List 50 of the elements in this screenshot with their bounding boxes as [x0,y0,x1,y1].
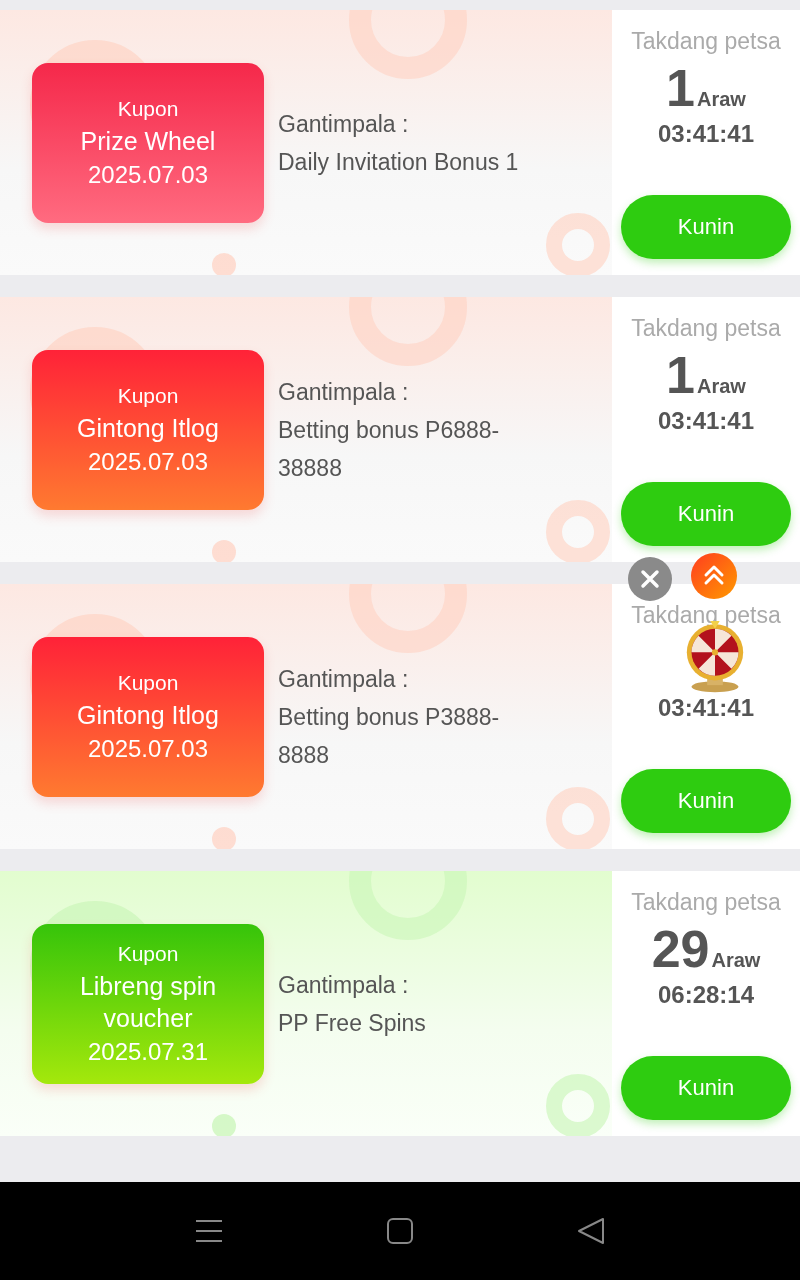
countdown-time: 03:41:41 [657,406,755,436]
deadline-label: Takdang petsa [631,27,781,56]
reward-label: Gantimpala : [278,970,410,1000]
reward-label: Gantimpala : [278,377,410,407]
reward-source: Betting bonus P3888-8888 [278,702,501,770]
ring-decoration [546,213,610,275]
countdown-time: 06:28:14 [657,980,755,1010]
reward-source: Betting bonus P6888-38888 [278,415,501,483]
claim-button[interactable]: Kunin [621,769,791,833]
days-count: 29 [651,919,710,979]
coupon-label: Kupon [117,382,179,409]
coupon-name: Gintong Itlog [77,412,219,444]
scroll-top-icon[interactable] [691,553,737,599]
deadline-label: Takdang petsa [631,314,781,343]
coupon-label: Kupon [117,95,179,122]
ring-decoration [546,500,610,562]
claim-button[interactable]: Kunin [621,195,791,259]
reward-label: Gantimpala : [278,664,410,694]
dot-decoration [212,1114,236,1136]
coupon-name: Gintong Itlog [77,699,219,731]
ring-decoration [546,1074,610,1136]
home-icon[interactable] [386,1217,414,1245]
days-unit: Araw [697,375,746,398]
dot-decoration [212,540,236,562]
coupon-date: 2025.07.03 [87,446,209,477]
coupon-date: 2025.07.03 [87,159,209,190]
days-unit: Araw [711,949,761,972]
dot-decoration [212,253,236,275]
back-icon[interactable] [577,1217,605,1245]
days-count: 1 [666,58,695,118]
coupon-date: 2025.07.31 [87,1036,209,1067]
days-count: 1 [666,345,695,405]
reward-label: Gantimpala : [278,109,410,139]
coupon-date: 2025.07.03 [87,733,209,764]
coupon-label: Kupon [117,669,179,696]
ring-decoration [546,787,610,849]
countdown-time: 03:41:41 [657,119,755,149]
claim-button[interactable]: Kunin [621,482,791,546]
coupon-label: Kupon [117,940,179,967]
days-unit: Araw [697,88,746,111]
coupon-name: Libreng spin voucher [78,970,218,1034]
menu-icon[interactable] [195,1217,223,1245]
close-icon[interactable] [628,557,672,601]
deadline-label: Takdang petsa [631,888,781,917]
countdown-time: 03:41:41 [657,693,755,723]
claim-button[interactable]: Kunin [621,1056,791,1120]
reward-source: Daily Invitation Bonus 1 [278,147,520,177]
coupon-name: Prize Wheel [80,125,216,157]
dot-decoration [212,827,236,849]
reward-source: PP Free Spins [278,1008,427,1038]
